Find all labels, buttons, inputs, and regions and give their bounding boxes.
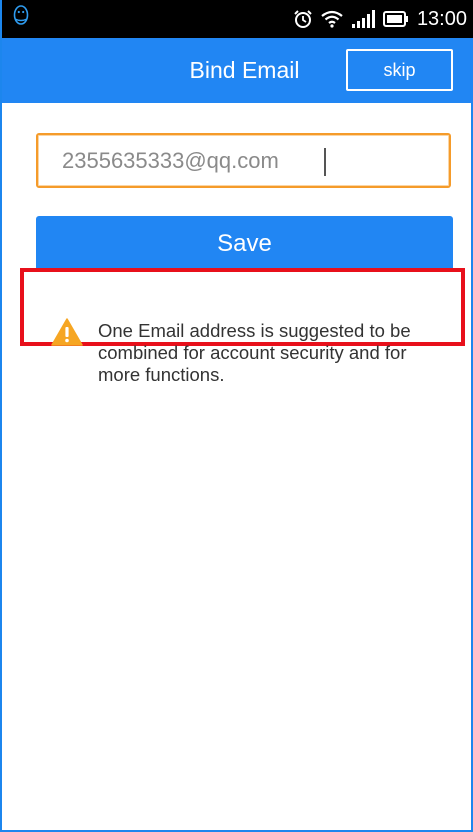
email-field[interactable]: [36, 133, 451, 188]
wifi-icon: [321, 10, 343, 28]
alarm-icon: [294, 10, 312, 28]
status-icons: 13:00: [293, 6, 467, 32]
title-bar: Bind Email skip: [2, 38, 473, 103]
qq-penguin-icon: [13, 5, 29, 25]
notice-text: One Email address is suggested to be com…: [98, 320, 411, 385]
warning-icon: [51, 318, 83, 346]
battery-icon: [382, 11, 408, 27]
save-button[interactable]: Save: [36, 216, 453, 272]
email-input[interactable]: [38, 135, 449, 186]
signal-icon: [351, 10, 375, 28]
status-bar: 13:00: [2, 0, 473, 38]
screen: 13:00 Bind Email skip Save One Email add…: [0, 0, 473, 832]
skip-button[interactable]: skip: [346, 49, 453, 91]
text-cursor: [324, 148, 326, 176]
status-time: 13:00: [416, 7, 467, 30]
